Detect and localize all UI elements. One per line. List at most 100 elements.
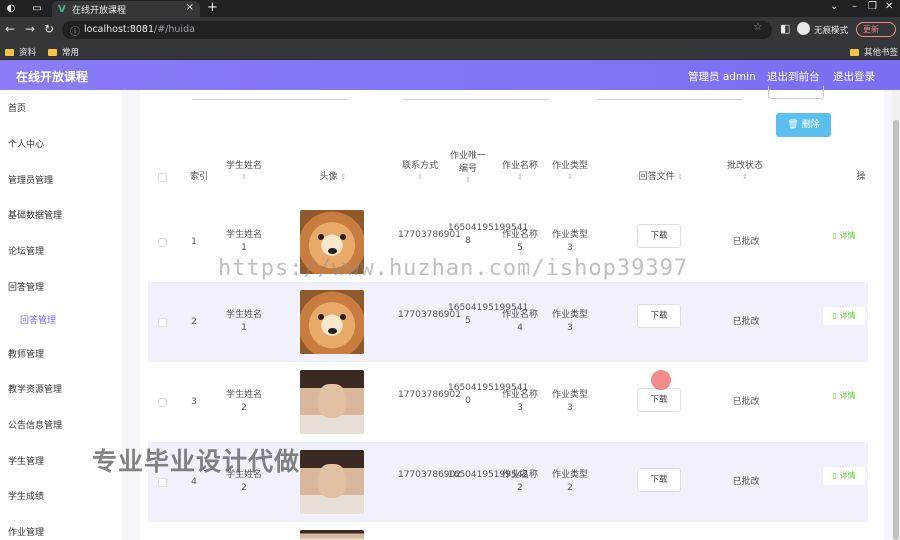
- avatar: [300, 290, 364, 354]
- avatar-face: [318, 384, 346, 418]
- sidebar-item-teachers[interactable]: 教师管理: [8, 347, 44, 360]
- tab-search-icon[interactable]: ⌄: [830, 1, 838, 12]
- bookmark-folder[interactable]: 常用: [48, 46, 79, 58]
- sidebar-item-notices[interactable]: 公告信息管理: [8, 418, 62, 431]
- sidebar-item-homework[interactable]: 作业管理: [8, 525, 44, 538]
- other-bookmarks[interactable]: 其他书签: [850, 46, 898, 58]
- window-close-icon[interactable]: ✕: [885, 1, 893, 12]
- cell-work-name: 作业名称2: [501, 470, 538, 493]
- sidebar-item-answers[interactable]: 回答管理: [8, 280, 44, 293]
- search-input[interactable]: [403, 99, 549, 100]
- avatar-eye: [340, 234, 346, 240]
- back-icon[interactable]: ←: [5, 22, 15, 36]
- restore-icon[interactable]: ❐: [868, 1, 877, 12]
- sidebar-item-resources[interactable]: 教学资源管理: [8, 382, 62, 395]
- folder-icon: [48, 49, 57, 56]
- col-header-phone[interactable]: 联系方式 ⇕: [400, 160, 440, 182]
- sort-icon[interactable]: ⇕: [720, 173, 770, 182]
- cell-index: 2: [191, 317, 197, 327]
- sidebar-item-forum[interactable]: 论坛管理: [8, 244, 44, 257]
- detail-button[interactable]: ▯ 详情: [823, 307, 865, 325]
- detail-button[interactable]: ▯ 详情: [823, 467, 865, 485]
- admin-label: 管理员 admin: [688, 71, 756, 83]
- download-button[interactable]: 下载: [637, 224, 681, 248]
- avatar-eye: [318, 234, 324, 240]
- download-button[interactable]: 下载: [637, 468, 681, 492]
- cell-name: 学生姓名2: [225, 390, 262, 413]
- logout-link[interactable]: 退出登录: [833, 69, 875, 84]
- new-tab-icon[interactable]: +: [207, 0, 218, 15]
- delete-button[interactable]: 🗑 删除: [776, 113, 831, 137]
- row-checkbox[interactable]: [158, 238, 167, 247]
- table-row: 3 学生姓名2 17703786902 16504195199541 0 作业名…: [148, 362, 868, 442]
- row-checkbox[interactable]: [158, 318, 167, 327]
- url-text: localhost:8081/#/huida: [84, 24, 195, 35]
- page-scrollbar[interactable]: [892, 90, 900, 540]
- bookmark-folder[interactable]: 资料: [5, 46, 36, 58]
- forward-icon[interactable]: →: [25, 22, 35, 36]
- download-button[interactable]: 下载: [637, 304, 681, 328]
- incognito-icon: [797, 22, 810, 35]
- sort-icon[interactable]: ⇕: [341, 173, 347, 181]
- cell-work-type: 作业类型3: [551, 230, 588, 253]
- cell-work-name: 作业名称4: [501, 310, 538, 333]
- sort-icon[interactable]: ⇕: [400, 173, 440, 182]
- app-header: 在线开放课程 管理员 admin 退出到前台 退出登录: [0, 60, 900, 90]
- sort-icon[interactable]: ⇕: [226, 173, 262, 182]
- col-header-work-name[interactable]: 作业名称 ⇕: [500, 160, 540, 182]
- col-header-name[interactable]: 学生姓名 ⇕: [226, 160, 262, 182]
- sidebar-item-students[interactable]: 学生管理: [8, 454, 44, 467]
- sidepanel-icon[interactable]: ◧: [780, 22, 790, 35]
- sort-icon[interactable]: ⇕: [450, 176, 486, 185]
- cell-code: 16504195199541 5: [448, 303, 529, 326]
- incognito-label: 无痕模式: [814, 26, 849, 36]
- sidebar-item-basic-data[interactable]: 基础数据管理: [8, 208, 62, 221]
- col-header-actions: 操: [856, 172, 866, 182]
- row-checkbox[interactable]: [158, 398, 167, 407]
- avatar: [300, 450, 364, 514]
- scrollbar-thumb[interactable]: [893, 120, 899, 540]
- github-icon[interactable]: ◐: [4, 2, 18, 15]
- col-header-code[interactable]: 作业唯一编号 ⇕: [450, 150, 486, 185]
- search-button[interactable]: [768, 86, 824, 99]
- detail-button[interactable]: ▯ 详情: [823, 227, 865, 245]
- sort-icon[interactable]: ⇕: [678, 173, 684, 181]
- download-button[interactable]: 下载: [637, 388, 681, 412]
- col-header-file[interactable]: 回答文件 ⇕: [626, 171, 696, 184]
- address-bar[interactable]: ⓘ localhost:8081/#/huida: [62, 21, 772, 39]
- row-checkbox[interactable]: [158, 478, 167, 487]
- select-all-checkbox[interactable]: [158, 173, 167, 182]
- col-header-work-type[interactable]: 作业类型 ⇕: [550, 160, 590, 182]
- bookmark-star-icon[interactable]: ☆: [753, 20, 763, 33]
- cell-name: 学生姓名1: [225, 230, 262, 253]
- sort-icon[interactable]: ⇕: [550, 173, 590, 182]
- mouse-cursor: [651, 370, 671, 390]
- cell-work-name: 作业名称3: [501, 390, 538, 413]
- cell-work-name: 作业名称5: [501, 230, 538, 253]
- sort-icon[interactable]: ⇕: [500, 173, 540, 182]
- cell-phone: 17703786902: [398, 470, 461, 480]
- sidebar-item-admins[interactable]: 管理员管理: [8, 173, 53, 186]
- cell-work-type: 作业类型3: [551, 390, 588, 413]
- avatar-face: [318, 464, 346, 498]
- sidebar-item-profile[interactable]: 个人中心: [8, 137, 44, 150]
- col-header-status[interactable]: 批改状态 ⇕: [720, 160, 770, 182]
- tab-pinned-icon[interactable]: ▭: [30, 2, 44, 15]
- search-input[interactable]: [192, 99, 348, 100]
- close-icon[interactable]: ×: [186, 2, 194, 13]
- update-button[interactable]: 更新: [856, 22, 896, 37]
- detail-button[interactable]: ▯ 详情: [823, 387, 865, 405]
- avatar-nose: [328, 328, 337, 334]
- to-front-link[interactable]: 退出到前台: [767, 69, 820, 84]
- cell-status: 已批改: [732, 237, 760, 247]
- sidebar-subitem-answers[interactable]: 回答管理: [20, 313, 56, 326]
- reload-icon[interactable]: ↻: [44, 22, 54, 36]
- minimize-icon[interactable]: –: [852, 1, 857, 12]
- search-input[interactable]: [597, 99, 743, 100]
- browser-tab[interactable]: V 在线开放课程 ×: [52, 1, 200, 17]
- sidebar-item-grades[interactable]: 学生成绩: [8, 489, 44, 502]
- col-header-index[interactable]: 索引: [184, 171, 214, 184]
- info-icon[interactable]: ⓘ: [70, 23, 80, 38]
- col-header-avatar[interactable]: 头像 ⇕: [308, 171, 358, 184]
- sidebar-item-home[interactable]: 首页: [8, 101, 26, 114]
